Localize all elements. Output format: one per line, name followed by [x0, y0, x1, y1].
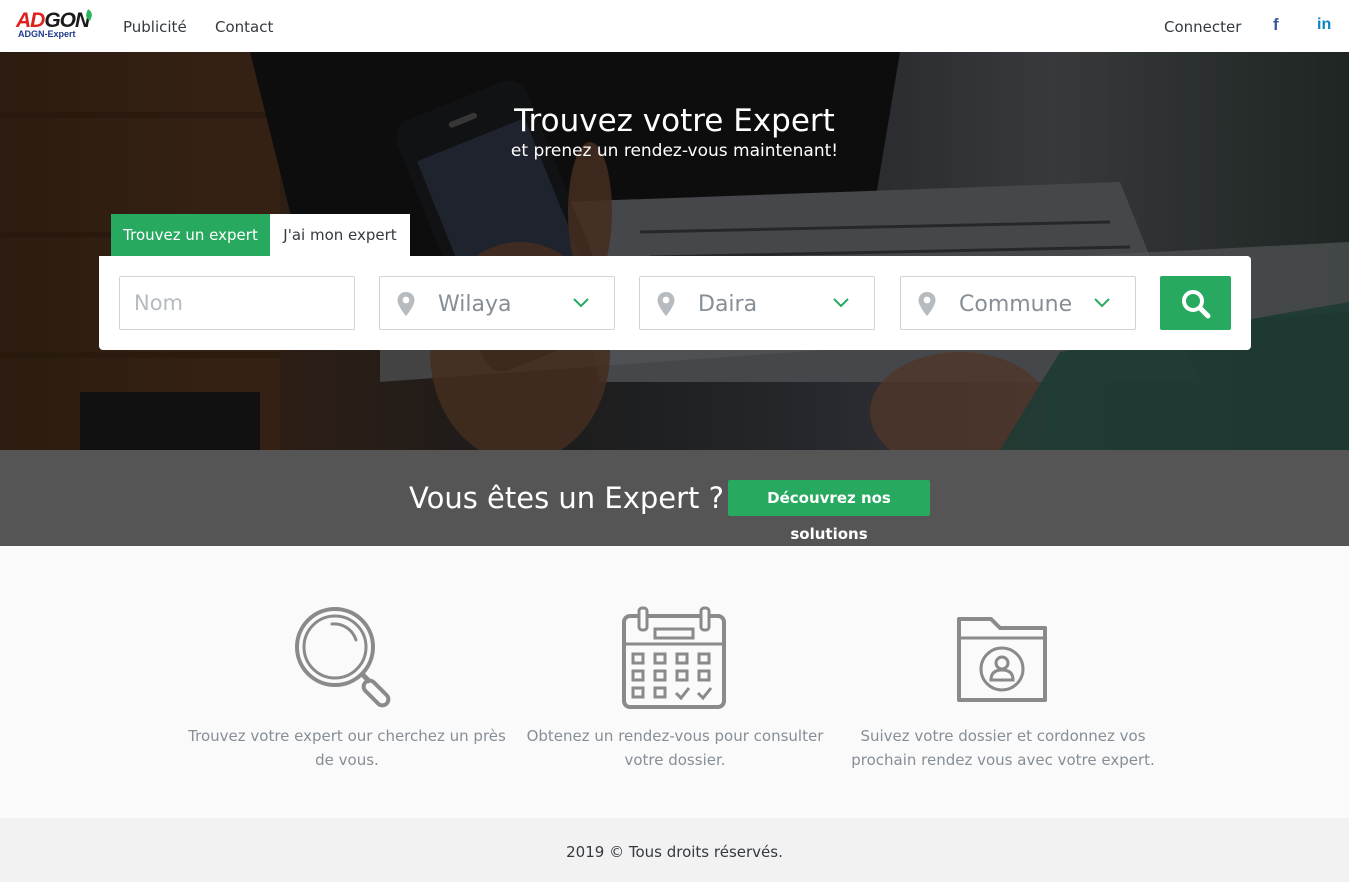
hero-title: Trouvez votre Expert	[514, 103, 835, 139]
calendar-icon	[622, 606, 726, 709]
nav-link-contact[interactable]: Contact	[215, 17, 273, 37]
site-logo[interactable]: ADGON ADGN-Expert	[16, 9, 94, 42]
wilaya-select[interactable]: Wilaya	[379, 276, 615, 330]
footer: 2019 © Tous droits réservés.	[0, 818, 1349, 882]
nav-link-publicite[interactable]: Publicité	[123, 17, 187, 37]
feature-text: Suivez votre dossier et cordonnez vos pr…	[851, 727, 1155, 769]
search-icon	[1182, 290, 1211, 319]
name-field	[119, 276, 355, 330]
chevron-down-icon	[573, 298, 589, 308]
name-input[interactable]	[120, 277, 354, 329]
tab-my-expert[interactable]: J'ai mon expert	[270, 214, 410, 256]
tab-find-expert[interactable]: Trouvez un expert	[111, 214, 270, 256]
search-button[interactable]	[1160, 276, 1231, 330]
linkedin-icon[interactable]: in	[1317, 15, 1331, 35]
expert-question: Vous êtes un Expert ?	[409, 481, 725, 515]
features-section: Trouvez votre expert our cherchez un prè…	[0, 546, 1349, 818]
chevron-down-icon	[1094, 298, 1110, 308]
location-pin-icon	[918, 292, 936, 316]
daira-select-value: Daira	[698, 292, 758, 317]
location-pin-icon	[397, 292, 415, 316]
facebook-icon[interactable]: f	[1273, 15, 1279, 35]
expert-bar: Vous êtes un Expert ? Découvrez nos solu…	[0, 450, 1349, 546]
copyright-text: 2019 © Tous droits réservés.	[566, 843, 783, 861]
hero-banner: Trouvez votre Expert et prenez un rendez…	[0, 52, 1349, 450]
connect-link[interactable]: Connecter	[1164, 17, 1241, 37]
folder-user-icon	[957, 617, 1047, 702]
feature-text: Obtenez un rendez-vous pour consulter vo…	[526, 727, 824, 769]
hero-subtitle: et prenez un rendez-vous maintenant!	[510, 141, 839, 161]
discover-solutions-button[interactable]: Découvrez nos solutions	[728, 480, 930, 543]
search-panel: Wilaya Daira Commune	[99, 256, 1251, 350]
chevron-down-icon	[833, 298, 849, 308]
daira-select[interactable]: Daira	[639, 276, 875, 330]
commune-select[interactable]: Commune	[900, 276, 1136, 330]
navbar: ADGON ADGN-Expert Publicité Contact Conn…	[0, 0, 1349, 52]
logo-subtitle: ADGN-Expert	[18, 29, 76, 39]
magnifier-icon	[295, 607, 391, 708]
feature-text: Trouvez votre expert our cherchez un prè…	[188, 727, 506, 769]
commune-select-value: Commune	[959, 292, 1073, 317]
location-pin-icon	[657, 292, 675, 316]
wilaya-select-value: Wilaya	[438, 292, 512, 317]
